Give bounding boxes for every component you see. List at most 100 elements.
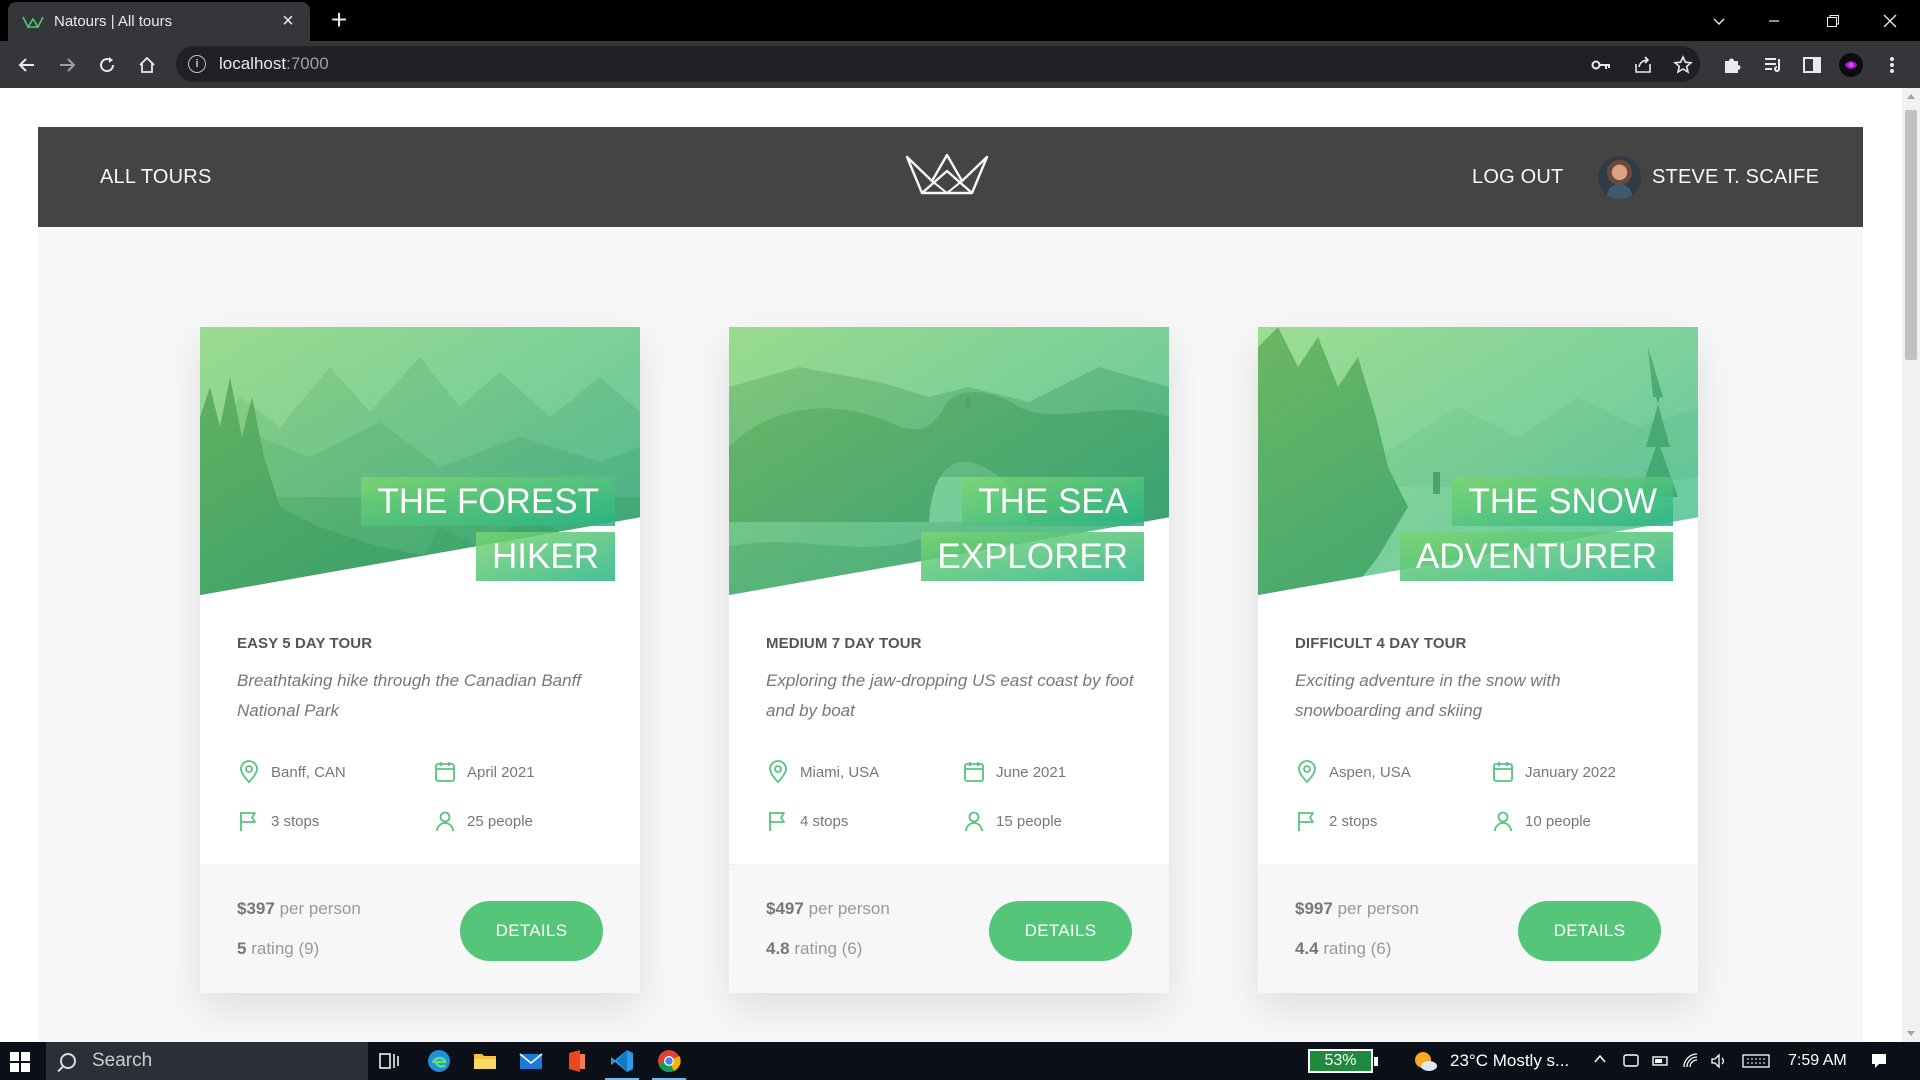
file-explorer-icon[interactable] [472,1048,498,1074]
tour-price-value: $497 [766,899,804,918]
battery-indicator[interactable]: 53% [1308,1049,1378,1073]
close-window-button[interactable] [1862,0,1918,41]
reload-icon [100,57,115,73]
side-panel-icon [1803,57,1821,73]
media-controls-button[interactable] [1761,53,1785,77]
tab-search-button[interactable] [1691,0,1747,41]
bookmark-star-button[interactable] [1671,53,1695,77]
keyboard-icon[interactable] [1742,1052,1770,1070]
tour-title-line-2: EXPLORER [921,532,1144,581]
map-pin-icon [1298,760,1316,784]
calendar-icon [435,762,455,782]
calendar-icon [1493,762,1513,782]
tour-stops-text: 2 stops [1329,812,1378,830]
restore-icon [1827,14,1839,27]
profile-button[interactable] [1839,53,1863,77]
clock-time[interactable]: 7:59 AM [1788,1042,1847,1080]
meet-now-icon[interactable] [1622,1052,1640,1070]
user-avatar[interactable] [1598,156,1641,199]
arrow-left-icon [18,58,34,72]
home-button[interactable] [130,48,164,82]
minimize-button[interactable] [1746,0,1802,41]
url-host: localhost [219,54,287,73]
office-icon[interactable] [563,1048,589,1074]
tour-price-unit: per person [279,899,361,918]
tour-rating-value: 4.8 [766,939,790,958]
map-pin-icon [240,760,258,784]
new-tab-button[interactable]: + [324,6,354,36]
puzzle-icon [1725,58,1741,73]
extensions-button[interactable] [1720,53,1744,77]
tour-title-line-2: HIKER [476,532,615,581]
restore-button[interactable] [1805,0,1861,41]
profile-avatar-icon [1839,53,1863,77]
password-key-button[interactable] [1589,53,1613,77]
tour-location-text: Miami, USA [800,763,880,781]
home-icon [139,56,155,73]
weather-text[interactable]: 23°C Mostly s... [1450,1042,1569,1080]
tour-location: Banff, CAN [237,760,346,784]
tour-rating-value: 4.4 [1295,939,1319,958]
tour-stops-text: 4 stops [800,812,849,830]
details-button[interactable]: DETAILS [989,901,1132,961]
flag-icon [240,812,256,831]
forward-button[interactable] [50,48,84,82]
tour-group-size: 25 people [433,809,533,833]
side-panel-button[interactable] [1800,53,1824,77]
tour-date: June 2021 [962,760,1066,784]
page-scrollbar[interactable] [1902,88,1920,1042]
vscode-icon[interactable] [609,1048,635,1074]
tour-group-size: 10 people [1491,809,1591,833]
address-bar[interactable]: i localhost :7000 [176,46,1700,82]
chrome-menu-button[interactable] [1880,53,1904,77]
scroll-down-arrow-icon[interactable] [1907,1031,1915,1036]
edge-browser-icon[interactable] [426,1048,452,1074]
site-info-icon[interactable]: i [188,55,206,73]
tour-group-size-text: 10 people [1525,812,1591,830]
back-button[interactable] [10,48,44,82]
key-icon [1591,60,1610,70]
volume-icon[interactable] [1710,1052,1728,1070]
scroll-up-arrow-icon[interactable] [1907,94,1915,99]
tour-price: $997 per person [1295,899,1419,919]
share-icon [1635,56,1651,73]
browser-tab-active[interactable]: Natours | All tours × [8,2,310,41]
main-content: THE FOREST HIKER EASY 5 DAY TOUR Breatht… [38,227,1863,1042]
wifi-icon[interactable] [1682,1052,1700,1070]
tour-card-subheading: EASY 5 DAY TOUR [237,635,373,652]
tour-date: April 2021 [433,760,535,784]
chrome-icon[interactable] [656,1048,682,1074]
mail-icon[interactable] [518,1048,544,1074]
tour-card-sea-explorer: THE SEA EXPLORER MEDIUM 7 DAY TOUR Explo… [729,327,1169,993]
battery-icon[interactable] [1652,1052,1670,1070]
nav-user-name-link[interactable]: STEVE T. SCAIFE [1652,127,1819,227]
tour-stops: 3 stops [237,809,319,833]
reload-button[interactable] [90,48,124,82]
chevron-down-icon [1713,18,1725,25]
chevron-up-icon[interactable] [1591,1052,1609,1070]
tour-rating: 4.4 rating (6) [1295,939,1391,959]
task-view-icon[interactable] [377,1048,403,1074]
nav-all-tours-link[interactable]: ALL TOURS [100,127,211,227]
scrollbar-thumb[interactable] [1905,110,1917,360]
share-button[interactable] [1631,53,1655,77]
tour-price-unit: per person [1337,899,1419,918]
details-button[interactable]: DETAILS [460,901,603,961]
tour-stops: 4 stops [766,809,848,833]
tour-stops-text: 3 stops [271,812,320,830]
tour-card-title: THE SNOW ADVENTURER [1333,474,1673,584]
details-button[interactable]: DETAILS [1518,901,1661,961]
user-icon [1494,811,1512,832]
notifications-icon[interactable] [1870,1052,1888,1070]
natours-logo-icon[interactable] [904,149,990,199]
tour-title-line-2: ADVENTURER [1399,532,1673,581]
nav-logout-link[interactable]: LOG OUT [1472,127,1563,227]
minimize-icon [1769,19,1779,22]
windows-start-icon[interactable] [10,1052,30,1072]
tab-close-button[interactable]: × [278,10,298,33]
tour-rating-value: 5 [237,939,247,958]
tour-card-footer: $997 per person 4.4 rating (6) DETAILS [1258,864,1698,993]
tour-location: Aspen, USA [1295,760,1411,784]
tour-stops: 2 stops [1295,809,1377,833]
taskbar-search-box[interactable]: Search [46,1042,368,1080]
